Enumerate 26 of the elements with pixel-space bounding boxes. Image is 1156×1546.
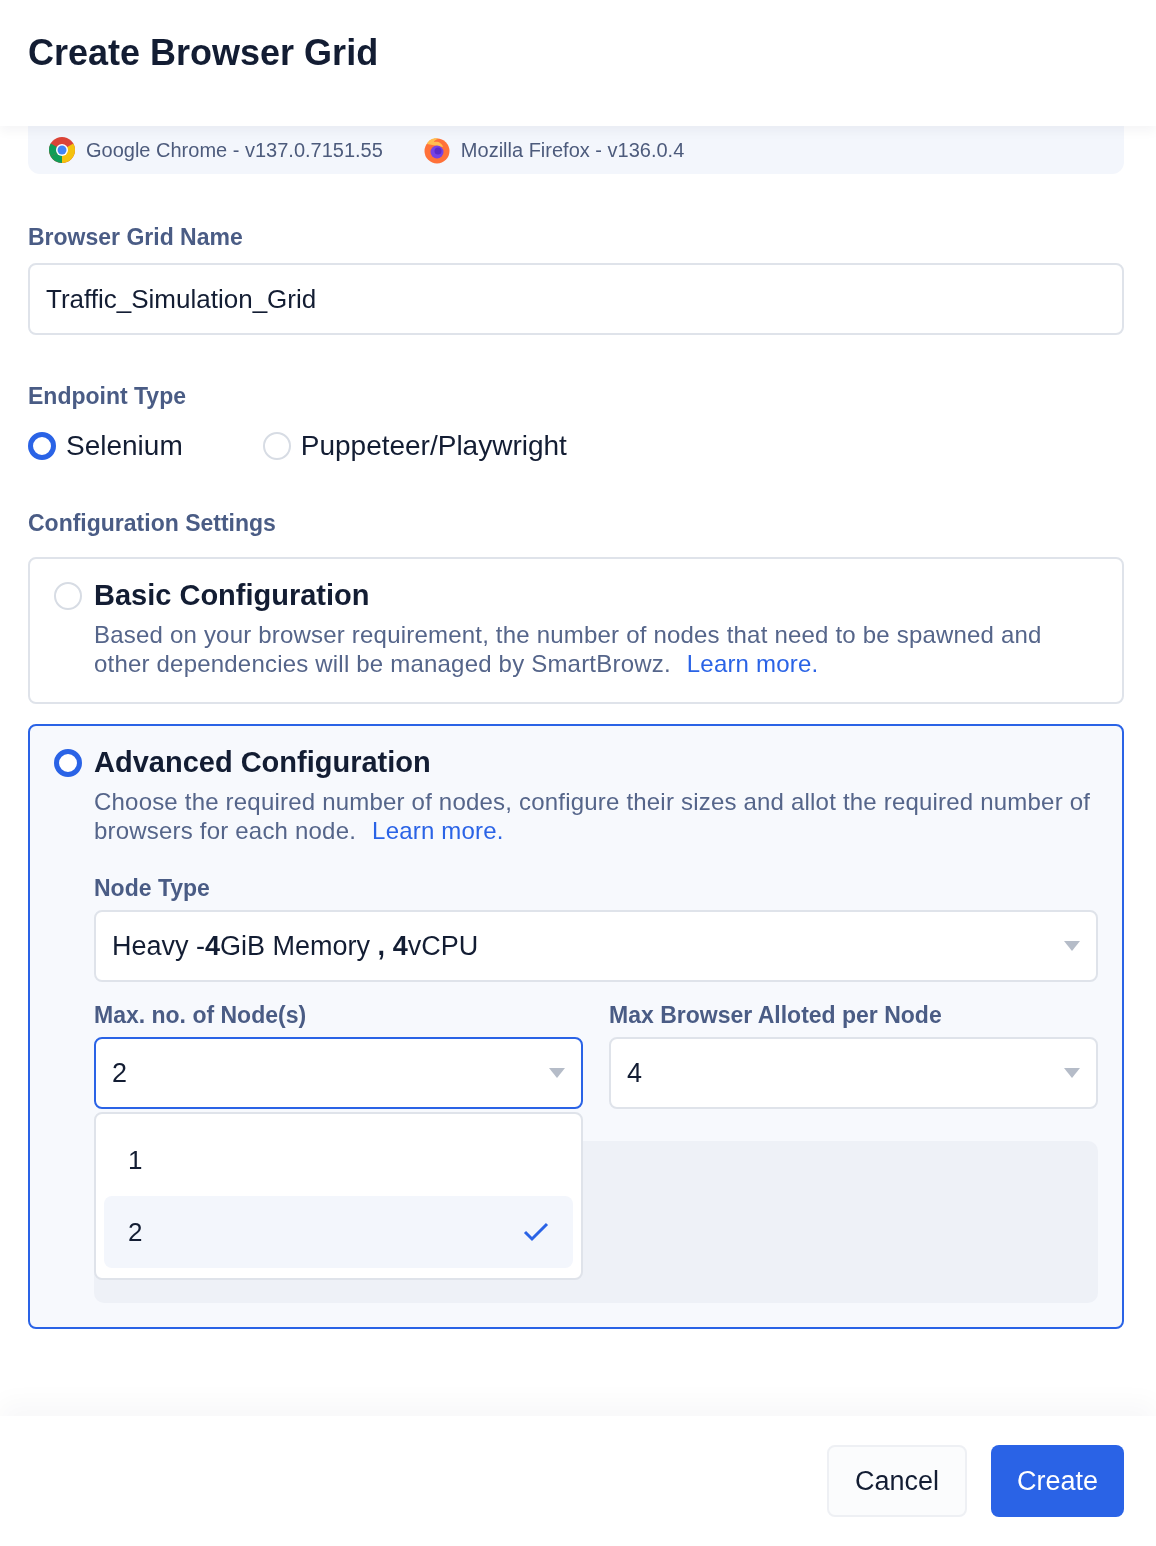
- card-title: Advanced Configuration: [94, 746, 431, 779]
- card-description: Choose the required number of nodes, configure their sizes and allot the required number of browsers for each node. Learn more.: [94, 787, 1092, 845]
- dialog-title: Create Browser Grid: [28, 32, 379, 74]
- endpoint-radio-option[interactable]: Puppeteer/Playwright: [262, 430, 567, 462]
- dropdown-option[interactable]: 2: [104, 1196, 573, 1268]
- browser-version: Google Chrome - v137.0.7151.55: [86, 138, 383, 162]
- card-title: Basic Configuration: [94, 579, 370, 612]
- field-label: Max Browser Alloted per Node: [609, 1002, 943, 1029]
- field-label: Configuration Settings: [28, 510, 277, 537]
- create-button[interactable]: Create: [990, 1445, 1124, 1517]
- endpoint-radio-option[interactable]: Selenium: [28, 430, 183, 462]
- configuration-card[interactable]: Basic Configuration Based on your browser requirement, the number of nodes that need to be spawned and other dependencies will be managed by SmartBrowz. Learn more.: [28, 557, 1124, 704]
- dropdown-option[interactable]: 1: [104, 1124, 573, 1196]
- field-label: Node Type: [94, 875, 211, 902]
- grid-name-field[interactable]: Traffic_Simulation_Grid: [28, 263, 1124, 335]
- card-description: Based on your browser requirement, the number of nodes that need to be spawned and other dependencies will be managed by SmartBrowz. Learn more.: [94, 620, 1043, 678]
- field-label: Max. no. of Node(s): [94, 1002, 308, 1029]
- cancel-button[interactable]: Cancel: [826, 1445, 967, 1517]
- node-type-select[interactable]: Heavy -4GiB Memory , 4vCPU: [94, 910, 1098, 982]
- learn-more-link[interactable]: Learn more.: [686, 650, 819, 677]
- field-label: Browser Grid Name: [28, 224, 244, 251]
- browser-version: Mozilla Firefox - v136.0.4: [460, 138, 685, 162]
- field-label: Endpoint Type: [28, 383, 187, 410]
- browser-count-select[interactable]: 4: [609, 1037, 1098, 1109]
- learn-more-link[interactable]: Learn more.: [372, 817, 504, 844]
- node-count-select[interactable]: 2: [94, 1037, 583, 1109]
